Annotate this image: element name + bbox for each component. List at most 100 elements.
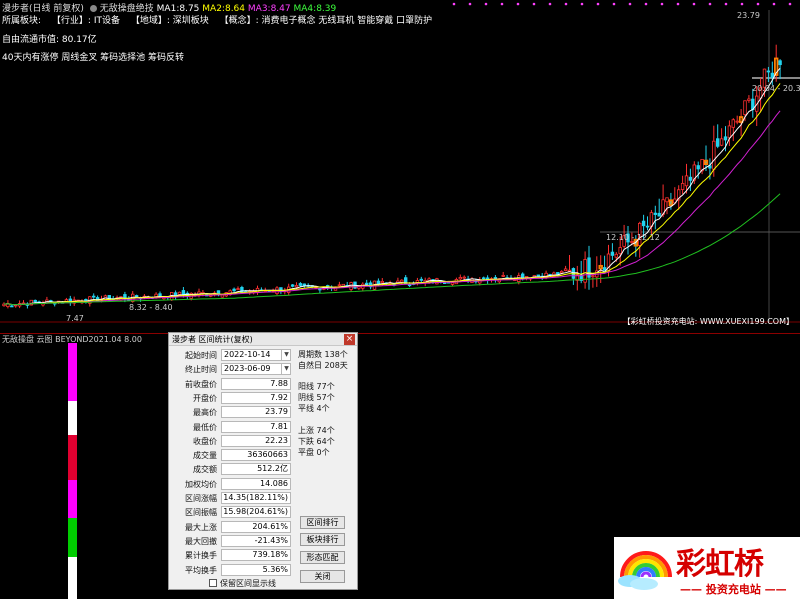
checkbox-icon[interactable] <box>209 579 217 587</box>
kline-chart[interactable]: 漫步者(日线 前复权) 无敌操盘绝技 MA1:8.75 MA2:8.64 MA3… <box>0 0 800 333</box>
stat-row-value: 5.36% <box>221 563 291 576</box>
close-button[interactable]: 关闭 <box>300 570 345 583</box>
indicator-dot-icon <box>89 5 97 12</box>
signal-dot <box>724 2 728 6</box>
kline-candle <box>181 290 186 295</box>
signal-dot <box>500 2 504 6</box>
kline-candle <box>220 294 225 298</box>
signal-dot <box>740 2 744 6</box>
kline-candle <box>458 277 462 280</box>
stat-row-value: 7.92 <box>221 391 291 404</box>
kline-candle <box>738 116 744 123</box>
zone-low-label: 8.32 - 8.40 <box>129 303 173 312</box>
keep-range-line-checkbox[interactable]: 保留区间显示线 <box>209 578 276 589</box>
float-cap: 自由流通市值: 80.17亿 <box>2 35 97 45</box>
stat-row-label: 区间涨幅 <box>185 494 217 503</box>
checkbox-label: 保留区间显示线 <box>220 579 276 588</box>
chevron-down-icon[interactable]: ▼ <box>281 349 291 361</box>
kline-candle <box>462 276 466 279</box>
kline-candle <box>680 182 685 190</box>
kline-candle <box>10 305 14 308</box>
kline-candle <box>294 285 299 288</box>
logo-slogan: —— 投资充电站 —— <box>680 583 787 596</box>
signal-dot <box>580 2 584 6</box>
signal-dot <box>548 2 552 6</box>
kline-candle <box>668 199 674 207</box>
sector-rank-button[interactable]: 板块排行 <box>300 533 345 546</box>
stat-row-label: 前收盘价 <box>185 379 217 389</box>
stat-yang: 阳线 77个 <box>298 382 335 391</box>
signal-dot <box>676 2 680 6</box>
stat-row-value: 739.18% <box>221 549 291 562</box>
kline-candle <box>641 220 646 227</box>
kline-candle <box>563 268 568 271</box>
stat-row-value: 36360663 <box>221 449 291 462</box>
signal-dot <box>596 2 600 6</box>
stat-row-value: 7.88 <box>221 377 291 390</box>
stat-row-label: 开盘价 <box>193 393 217 403</box>
kline-candle <box>33 299 37 303</box>
kline-candle <box>778 60 782 66</box>
kline-candle <box>501 274 505 277</box>
indicator-header: 无敌操盘 云图 BEYOND2021.04 8.00 <box>0 333 800 344</box>
close-icon[interactable]: × <box>344 334 355 345</box>
kline-candle <box>290 284 295 287</box>
signal-dot <box>484 2 488 6</box>
signal-dot <box>708 2 712 6</box>
stat-row-label: 平均换手 <box>185 565 217 575</box>
high-price-label: 23.79 <box>737 11 760 20</box>
kline-candle <box>743 100 747 116</box>
kline-candle <box>727 125 732 139</box>
signal-dot <box>612 2 616 6</box>
signal-dot <box>788 2 792 6</box>
stat-row-label: 加权均价 <box>185 479 217 489</box>
float-cap-info: 自由流通市值: 80.17亿 <box>2 32 105 45</box>
indicator-bar-segment <box>68 435 77 480</box>
kline-candle <box>712 140 716 170</box>
signal-dot <box>564 2 568 6</box>
kline-candle <box>598 264 603 270</box>
kline-candle <box>653 212 657 215</box>
kline-candle <box>665 197 669 203</box>
kline-candle <box>747 98 751 101</box>
kline-candle <box>177 291 182 295</box>
stat-up: 上涨 74个 <box>298 426 335 435</box>
kline-candle <box>766 70 771 73</box>
stat-row-label: 成交额 <box>193 465 217 475</box>
kline-candle <box>92 295 96 298</box>
stat-row-value: 14.35(182.11%) <box>221 492 291 504</box>
signal-dot <box>756 2 760 6</box>
concept-tag: 【概念】: 消费电子概念 无线耳机 智能穿戴 口罩防护 <box>219 16 433 26</box>
stat-row-label: 最低价 <box>193 422 217 432</box>
ma-mid-line <box>3 83 781 306</box>
region-tag: 【地域】: 深圳板块 <box>130 16 209 26</box>
stat-row-value: 7.81 <box>221 420 291 433</box>
kline-candle <box>696 165 700 170</box>
indicator-bar-segment <box>68 557 77 599</box>
pattern-match-button[interactable]: 形态匹配 <box>300 551 345 564</box>
indicator-bar-segment <box>68 401 77 435</box>
stat-flat: 平盘 0个 <box>298 448 330 457</box>
stat-down: 下跌 64个 <box>298 437 335 446</box>
chevron-down-icon[interactable]: ▼ <box>281 363 291 376</box>
kline-candle <box>298 283 303 286</box>
dialog-title: 漫步者 区间统计(复权) <box>172 335 253 344</box>
dialog-titlebar[interactable]: 漫步者 区间统计(复权) <box>169 333 357 346</box>
kline-candle <box>688 176 693 181</box>
kline-candle <box>645 225 650 228</box>
stat-row-label: 区间振幅 <box>185 508 217 518</box>
kline-candle <box>232 288 236 292</box>
stat-period-count: 周期数 138个 <box>298 350 348 359</box>
range-rank-button[interactable]: 区间排行 <box>300 516 345 529</box>
kline-candle <box>610 251 615 256</box>
rainbow-bridge-logo: 彩虹桥 —— 投资充电站 —— <box>614 537 800 599</box>
signal-dot <box>772 2 776 6</box>
kline-candle <box>770 72 774 78</box>
stat-row-label: 成交量 <box>193 451 217 461</box>
stat-row-label: 累计换手 <box>185 551 217 561</box>
stat-row-label: 终止时间 <box>185 365 217 375</box>
zone-top-label: 20.04 - 20.36 <box>752 84 800 93</box>
kline-candle <box>481 277 486 280</box>
stat-row-label: 收盘价 <box>193 436 217 446</box>
indicator-bar-segment <box>68 343 77 401</box>
